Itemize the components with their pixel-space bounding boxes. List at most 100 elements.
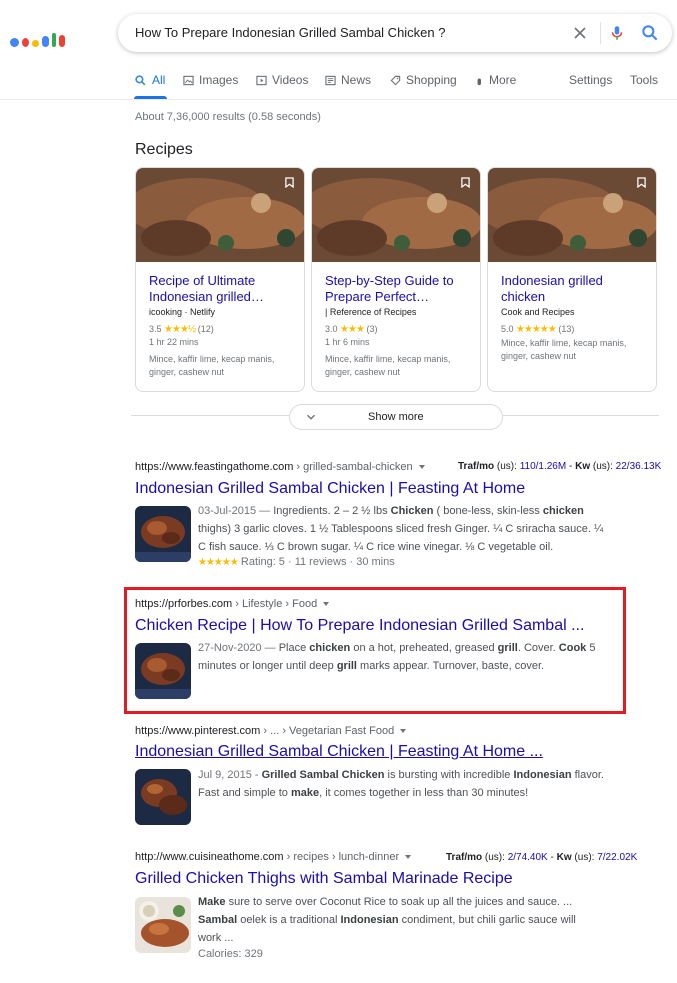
tab-images-label: Images [199, 73, 239, 87]
snippet-text: ( bone-less, skin-less [433, 505, 543, 517]
search-box[interactable]: How To Prepare Indonesian Grilled Sambal… [118, 14, 672, 52]
result-thumbnail[interactable] [135, 897, 191, 953]
result-snippet: Jul 9, 2015 - Grilled Sambal Chicken is … [198, 766, 618, 802]
snippet-text: 27-Nov-2020 — [198, 642, 279, 654]
snippet-text: Jul 9, 2015 - [198, 769, 262, 781]
bookmark-icon[interactable] [285, 177, 294, 188]
result-calories: Calories: 329 [198, 948, 263, 960]
caret-down-icon[interactable] [418, 465, 425, 470]
recipe-image [488, 168, 656, 262]
result-thumbnail[interactable] [135, 506, 191, 562]
show-more-label: Show more [368, 411, 424, 423]
caret-down-icon[interactable] [400, 729, 407, 734]
search-tabs: All Images Videos News Shopping ••• More [134, 73, 674, 93]
result-title[interactable]: Indonesian Grilled Sambal Chicken | Feas… [135, 743, 543, 761]
snippet-keyword: Grilled Sambal Chicken [261, 769, 385, 781]
snippet-keyword: Cook [558, 642, 587, 654]
snippet-text: Ingredients. 2 – 2 ½ lbs [273, 505, 391, 517]
clear-icon[interactable] [570, 23, 590, 43]
snippet-text: . Cover. [517, 642, 559, 654]
recipe-ingredients: Mince, kaffir lime, kecap manis, ginger,… [149, 354, 275, 377]
search-divider [600, 22, 601, 44]
google-doodle-logo[interactable] [10, 25, 85, 47]
star-rating-icon: ★★★½ [164, 324, 196, 335]
image-icon [183, 75, 194, 85]
result-snippet: 27-Nov-2020 — Place chicken on a hot, pr… [198, 639, 608, 675]
result-thumbnail[interactable] [135, 643, 191, 699]
result-url[interactable]: https://www.feastingathome.com › grilled… [135, 461, 425, 473]
result-url[interactable]: https://www.pinterest.com › ... › Vegeta… [135, 725, 407, 737]
result-title[interactable]: Grilled Chicken Thighs with Sambal Marin… [135, 870, 513, 888]
settings-link[interactable]: Settings [569, 73, 612, 87]
star-rating-icon: ★★★ [340, 324, 365, 335]
news-icon [325, 75, 336, 85]
recipe-source: | Reference of Recipes [325, 307, 417, 317]
tab-images[interactable]: Images [183, 73, 238, 87]
tab-videos[interactable]: Videos [256, 73, 308, 87]
snippet-keyword: grill [497, 642, 518, 654]
recipe-card[interactable]: Recipe of Ultimate Indonesian grilled… i… [135, 167, 305, 392]
recipe-card[interactable]: Step-by-Step Guide to Prepare Perfect… |… [311, 167, 481, 392]
result-stats: About 7,36,000 results (0.58 seconds) [135, 111, 321, 123]
result-rating: ★★★★★ Rating: 5 · 11 reviews · 30 mins [198, 556, 395, 568]
snippet-text: 03-Jul-2015 — [198, 505, 274, 517]
tab-videos-label: Videos [272, 73, 309, 87]
bookmark-icon[interactable] [461, 177, 470, 188]
snippet-text: Place [278, 642, 310, 654]
snippet-keyword: make [290, 787, 320, 799]
snippet-text: thighs) 3 garlic cloves. 1 ½ Tablespoons… [198, 523, 604, 553]
show-more-button[interactable]: Show more [289, 404, 503, 430]
recipe-rating: 5.0 ★★★★★ (13) [501, 324, 575, 335]
recipe-ingredients: Mince, kaffir lime, kecap manis, ginger,… [325, 354, 451, 377]
tools-link[interactable]: Tools [630, 73, 658, 87]
microphone-icon[interactable] [608, 22, 626, 44]
tab-all[interactable]: All [134, 73, 165, 87]
recipe-title[interactable]: Indonesian grilled chicken [501, 273, 646, 305]
tab-shopping-label: Shopping [406, 73, 457, 87]
snippet-keyword: Indonesian [340, 914, 399, 926]
result-url[interactable]: https://prforbes.com › Lifestyle › Food [135, 598, 330, 610]
snippet-keyword: Make [198, 896, 226, 908]
traffic-stats: Traf/mo (us): 110/1.26M - Kw (us): 22/36… [458, 461, 662, 472]
recipe-card[interactable]: Indonesian grilled chicken Cook and Reci… [487, 167, 657, 392]
result-title[interactable]: Chicken Recipe | How To Prepare Indonesi… [135, 617, 584, 635]
search-icon [135, 74, 146, 85]
result-title[interactable]: Indonesian Grilled Sambal Chicken | Feas… [135, 480, 525, 498]
search-icon[interactable] [640, 23, 660, 43]
tag-icon [390, 75, 401, 85]
tools-label: Tools [630, 73, 659, 87]
star-rating-icon: ★★★★★ [198, 557, 239, 568]
recipe-rating: 3.0 ★★★ (3) [325, 324, 378, 335]
result-snippet: 03-Jul-2015 — Ingredients. 2 – 2 ½ lbs C… [198, 502, 608, 556]
tab-more[interactable]: ••• More [472, 73, 517, 87]
recipe-image [136, 168, 304, 262]
snippet-text: , it comes together in less than 30 minu… [319, 787, 529, 799]
snippet-keyword: chicken [542, 505, 584, 517]
snippet-text: on a hot, preheated, greased [350, 642, 498, 654]
recipe-time: 1 hr 6 mins [325, 337, 370, 347]
caret-down-icon[interactable] [405, 855, 412, 860]
tab-news[interactable]: News [325, 73, 371, 87]
result-thumbnail[interactable] [135, 769, 191, 825]
recipe-title[interactable]: Recipe of Ultimate Indonesian grilled… [149, 273, 294, 305]
more-dots-icon: ••• [472, 77, 487, 83]
bookmark-icon[interactable] [637, 177, 646, 188]
recipe-title[interactable]: Step-by-Step Guide to Prepare Perfect… [325, 273, 470, 305]
result-url[interactable]: http://www.cuisineathome.com › recipes ›… [135, 851, 412, 863]
header-divider [0, 99, 677, 100]
tab-shopping[interactable]: Shopping [390, 73, 457, 87]
snippet-keyword: Chicken [390, 505, 434, 517]
star-rating-icon: ★★★★★ [516, 324, 557, 335]
recipe-rating: 3.5 ★★★½ (12) [149, 324, 214, 335]
recipes-heading: Recipes [135, 141, 193, 158]
traffic-stats: Traf/mo (us): 2/74.40K - Kw (us): 7/22.0… [446, 852, 638, 863]
tab-more-label: More [489, 73, 517, 87]
snippet-text: marks appear. Turnover, baste, cover. [356, 660, 545, 672]
snippet-keyword: Sambal [198, 914, 238, 926]
recipe-image [312, 168, 480, 262]
search-input[interactable]: How To Prepare Indonesian Grilled Sambal… [135, 25, 445, 40]
caret-down-icon[interactable] [323, 602, 330, 607]
recipe-source: icooking · Netlify [149, 307, 216, 317]
snippet-text: is bursting with incredible [384, 769, 514, 781]
tab-all-label: All [152, 73, 166, 87]
